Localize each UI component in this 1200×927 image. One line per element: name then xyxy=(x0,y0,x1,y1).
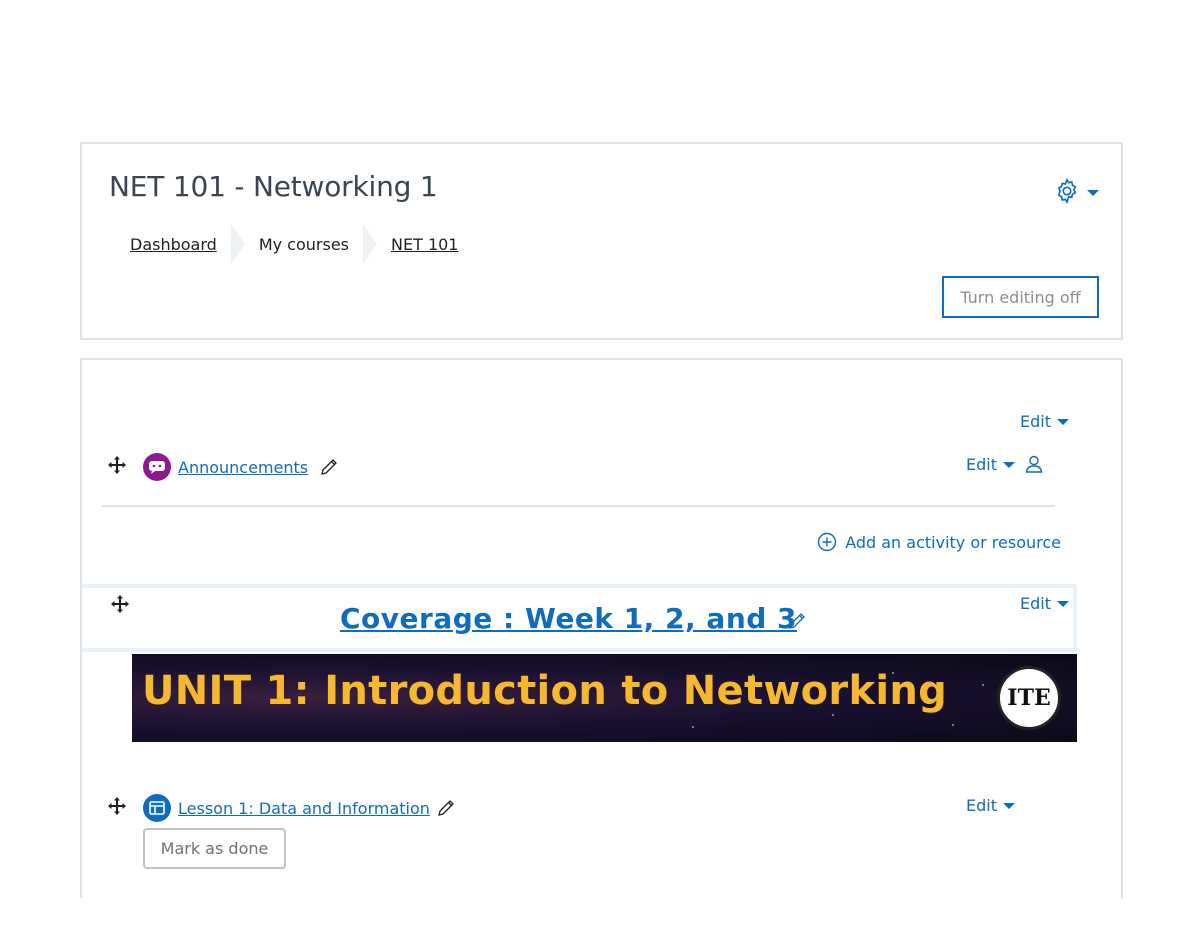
mark-as-done-button[interactable]: Mark as done xyxy=(143,828,286,869)
breadcrumb-dashboard[interactable]: Dashboard xyxy=(130,235,217,254)
move-icon[interactable] xyxy=(110,594,130,614)
breadcrumb-course[interactable]: NET 101 xyxy=(391,235,458,254)
add-activity-label: Add an activity or resource xyxy=(845,532,1061,552)
breadcrumb-separator xyxy=(363,224,377,264)
edit-title-icon[interactable] xyxy=(320,458,338,476)
star xyxy=(832,714,834,716)
chevron-down-icon xyxy=(1087,190,1099,196)
add-activity-button[interactable]: Add an activity or resource xyxy=(817,532,1061,552)
section-header: Coverage : Week 1, 2, and 3 Edit xyxy=(82,584,1077,652)
plus-circle-icon xyxy=(817,532,837,552)
section-edit-label: Edit xyxy=(1020,412,1051,431)
forum-icon xyxy=(143,453,171,481)
move-icon[interactable] xyxy=(107,796,127,816)
banner-title: UNIT 1: Introduction to Networking xyxy=(142,668,948,714)
edit-title-icon[interactable] xyxy=(437,799,455,817)
page-icon xyxy=(143,794,171,822)
chevron-down-icon xyxy=(1056,600,1069,607)
section-edit-menu[interactable]: Edit xyxy=(1020,412,1069,431)
breadcrumb-separator xyxy=(230,224,245,264)
announcements-edit-menu[interactable]: Edit xyxy=(966,455,1015,474)
chevron-down-icon xyxy=(1056,418,1069,425)
ite-logo: ITE xyxy=(997,666,1061,730)
star xyxy=(692,726,694,728)
activity-edit-label: Edit xyxy=(966,796,997,815)
lesson-link[interactable]: Lesson 1: Data and Information xyxy=(178,799,430,818)
divider xyxy=(102,505,1055,507)
chevron-down-icon xyxy=(1002,802,1015,809)
star xyxy=(952,724,954,726)
gear-icon xyxy=(1057,178,1077,205)
star xyxy=(982,684,984,686)
section-title[interactable]: Coverage : Week 1, 2, and 3 xyxy=(340,602,797,635)
breadcrumb-my-courses: My courses xyxy=(258,234,349,254)
user-icon[interactable] xyxy=(1024,454,1044,474)
page-header: NET 101 - Networking 1 Dashboard My cour… xyxy=(80,142,1123,340)
activity-edit-label: Edit xyxy=(966,455,997,474)
move-icon[interactable] xyxy=(107,455,127,475)
page-title: NET 101 - Networking 1 xyxy=(109,170,438,203)
unit-banner: UNIT 1: Introduction to Networking ITE xyxy=(132,654,1077,742)
edit-title-icon[interactable] xyxy=(788,612,806,630)
course-settings-menu[interactable] xyxy=(1053,177,1099,205)
lesson-edit-menu[interactable]: Edit xyxy=(966,796,1015,815)
turn-editing-off-button[interactable]: Turn editing off xyxy=(942,276,1099,318)
chevron-down-icon xyxy=(1002,461,1015,468)
breadcrumb: Dashboard My courses NET 101 xyxy=(130,224,458,264)
announcements-link[interactable]: Announcements xyxy=(178,458,308,477)
section-edit-menu[interactable]: Edit xyxy=(1020,594,1069,613)
course-content: Edit Announcements Edit Add an activity … xyxy=(80,358,1123,898)
section-edit-label: Edit xyxy=(1020,594,1051,613)
